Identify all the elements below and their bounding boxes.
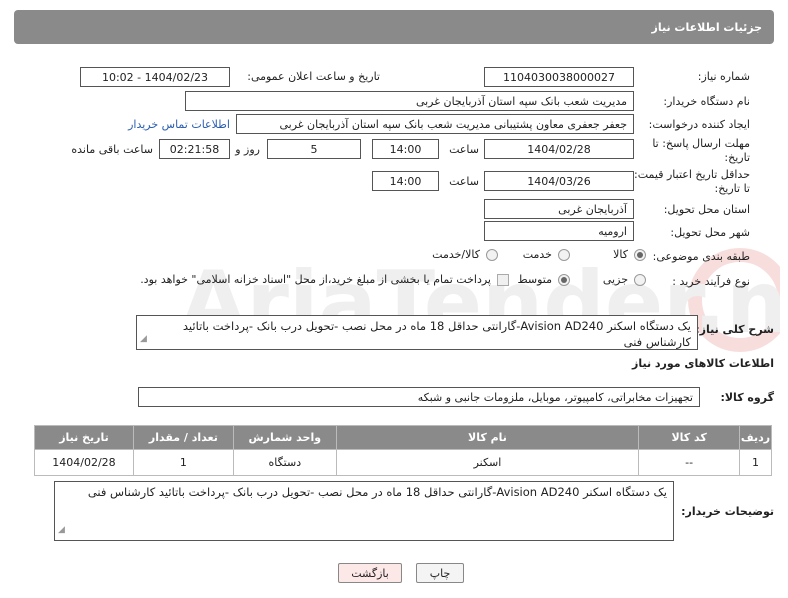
category-option-goods-service[interactable]: کالا/خدمت xyxy=(432,248,498,261)
need-number-value: 1104030038000027 xyxy=(484,67,634,87)
col-date-header: تاریخ نیاز xyxy=(34,425,134,450)
col-qty-header: تعداد / مقدار xyxy=(132,425,234,450)
category-option-goods[interactable]: کالا xyxy=(613,248,646,261)
radio-selected-icon[interactable] xyxy=(558,273,570,286)
province-label: استان محل تحویل: xyxy=(663,203,750,216)
reply-date-value: 1404/02/28 xyxy=(484,139,634,159)
col-code-header: کد کالا xyxy=(638,425,741,450)
price-time-label: ساعت xyxy=(449,175,479,188)
reply-time-label: ساعت xyxy=(449,143,479,156)
creator-label: ایجاد کننده درخواست: xyxy=(648,118,750,131)
col-row-header: ردیف xyxy=(739,425,772,450)
buyer-notes-text: یک دستگاه اسکنر Avision AD240-گارانتی حد… xyxy=(87,485,667,499)
price-deadline-label-2: تا تاریخ: xyxy=(714,182,750,195)
print-button[interactable]: چاپ xyxy=(416,563,464,583)
remaining-time-value: 02:21:58 xyxy=(159,139,230,159)
cell-code: -- xyxy=(638,449,741,476)
price-date-value: 1404/03/26 xyxy=(484,171,634,191)
description-label: شرح کلی نیاز: xyxy=(695,323,774,336)
cell-name: اسکنر xyxy=(335,449,640,476)
radio-selected-icon[interactable] xyxy=(634,248,646,261)
goods-group-value: تجهیزات مخابراتی، کامپیوتر، موبایل، ملزو… xyxy=(138,387,700,407)
price-time-value: 14:00 xyxy=(372,171,439,191)
price-deadline-label: حداقل تاریخ اعتبار قیمت: xyxy=(634,168,750,181)
days-value: 5 xyxy=(267,139,361,159)
category-option-service[interactable]: خدمت xyxy=(523,248,570,261)
description-textarea[interactable]: یک دستگاه اسکنر Avision AD240-گارانتی حد… xyxy=(136,315,698,350)
radio-icon[interactable] xyxy=(558,248,570,261)
col-name-header: نام کالا xyxy=(335,425,640,450)
buyer-notes-label: توضیحات خریدار: xyxy=(681,505,774,518)
col-unit-header: واحد شمارش xyxy=(232,425,337,450)
checkbox-icon[interactable] xyxy=(497,273,509,286)
city-label: شهر محل تحویل: xyxy=(670,226,750,239)
remaining-label: ساعت باقی مانده xyxy=(71,143,153,156)
announce-value: 1404/02/23 - 10:02 xyxy=(80,67,230,87)
panel-header: جزئیات اطلاعات نیاز xyxy=(14,10,774,44)
resize-grip-icon[interactable]: ◢ xyxy=(58,522,65,538)
goods-section-title: اطلاعات کالاهای مورد نیاز xyxy=(632,357,774,370)
reply-deadline-label-2: تاریخ: xyxy=(724,151,750,164)
process-option-minor[interactable]: جزیی xyxy=(603,273,646,286)
back-button[interactable]: بازگشت xyxy=(338,563,402,583)
days-label: روز و xyxy=(235,143,260,156)
category-label: طبقه بندی موضوعی: xyxy=(652,250,750,263)
need-number-label: شماره نیاز: xyxy=(697,70,750,83)
panel-title: جزئیات اطلاعات نیاز xyxy=(651,20,763,34)
cell-qty: 1 xyxy=(132,449,234,476)
table-header-row: ردیف کد کالا نام کالا واحد شمارش تعداد /… xyxy=(34,425,772,450)
radio-icon[interactable] xyxy=(634,273,646,286)
city-value: ارومیه xyxy=(484,221,634,241)
cell-row: 1 xyxy=(739,449,772,476)
radio-icon[interactable] xyxy=(486,248,498,261)
buyer-contact-link[interactable]: اطلاعات تماس خریدار xyxy=(128,118,230,131)
cell-date: 1404/02/28 xyxy=(34,449,134,476)
payment-note: پرداخت تمام یا بخشی از مبلغ خرید،از محل … xyxy=(140,273,491,286)
items-table: ردیف کد کالا نام کالا واحد شمارش تعداد /… xyxy=(34,425,772,476)
table-row: 1 -- اسکنر دستگاه 1 1404/02/28 xyxy=(34,449,772,476)
process-option-medium[interactable]: متوسط xyxy=(517,273,570,286)
buyer-label: نام دستگاه خریدار: xyxy=(663,95,750,108)
creator-value: جعفر جعفری معاون پشتیبانی مدیریت شعب بان… xyxy=(236,114,634,134)
buyer-notes-textarea[interactable]: یک دستگاه اسکنر Avision AD240-گارانتی حد… xyxy=(54,481,674,541)
goods-group-label: گروه کالا: xyxy=(720,391,774,404)
process-label: نوع فرآیند خرید : xyxy=(672,275,750,288)
announce-label: تاریخ و ساعت اعلان عمومی: xyxy=(247,70,380,83)
cell-unit: دستگاه xyxy=(232,449,337,476)
reply-deadline-label: مهلت ارسال پاسخ: تا xyxy=(652,137,750,150)
province-value: آذربایجان غربی xyxy=(484,199,634,219)
buyer-value: مدیریت شعب بانک سپه استان آذربایجان غربی xyxy=(185,91,634,111)
resize-grip-icon[interactable]: ◢ xyxy=(140,331,147,347)
treasury-payment-option[interactable]: پرداخت تمام یا بخشی از مبلغ خرید،از محل … xyxy=(140,273,509,286)
reply-time-value: 14:00 xyxy=(372,139,439,159)
description-text: یک دستگاه اسکنر Avision AD240-گارانتی حد… xyxy=(182,319,691,349)
